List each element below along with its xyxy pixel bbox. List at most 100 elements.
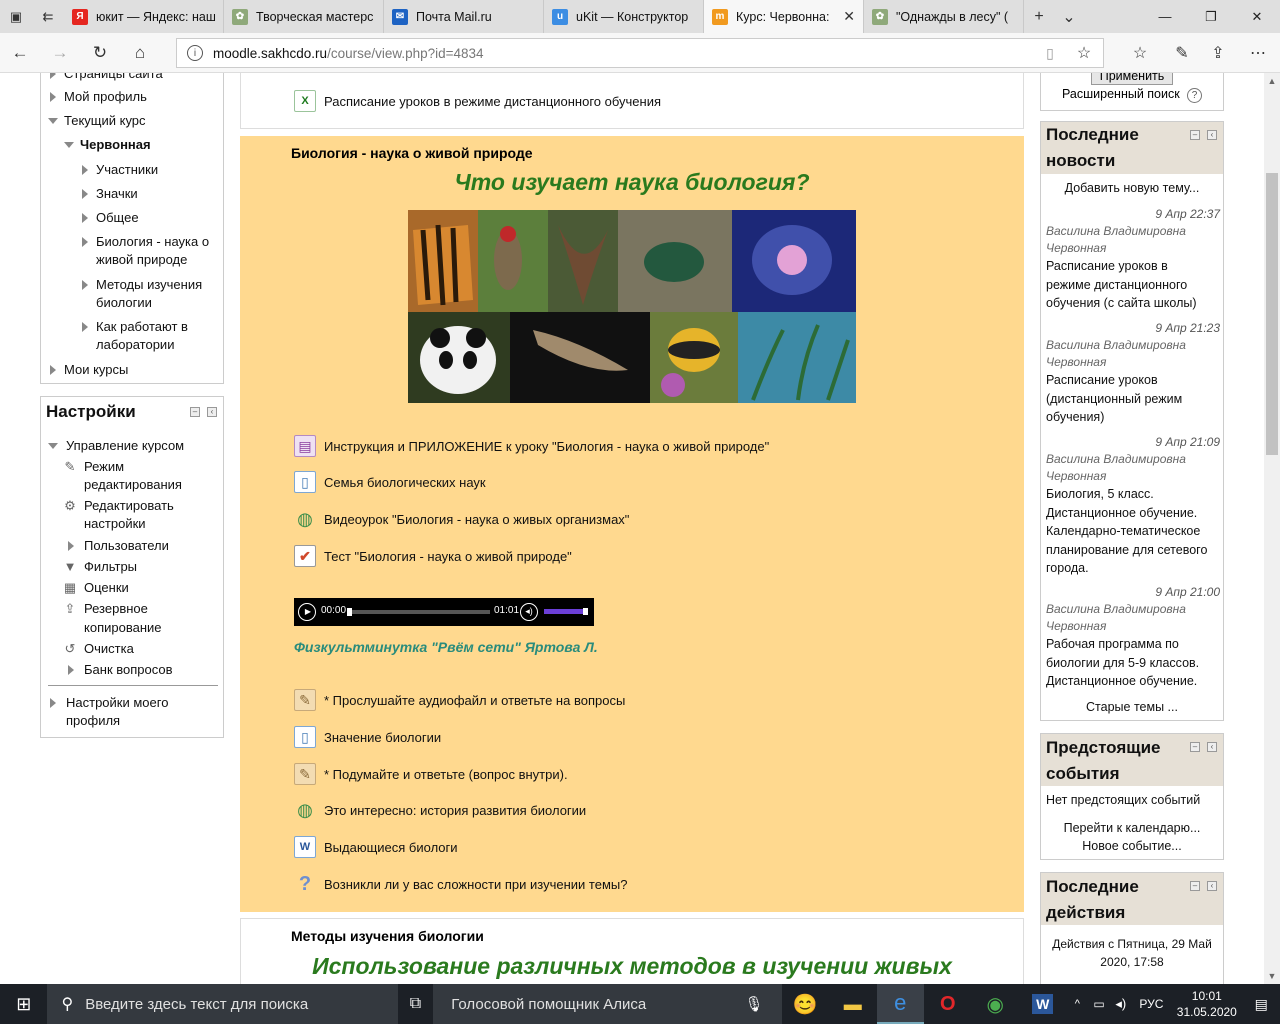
- browser-tab[interactable]: ✿ "Однажды в лесу" (: [864, 0, 1024, 33]
- tray-chevron-icon[interactable]: ^: [1066, 984, 1088, 1024]
- settings-item[interactable]: Управление курсом: [66, 437, 184, 455]
- settings-item[interactable]: профиля: [66, 712, 120, 730]
- network-icon[interactable]: ▭: [1088, 984, 1110, 1024]
- scroll-up-icon[interactable]: ▲: [1264, 73, 1280, 89]
- collapse-arrow-icon[interactable]: [64, 142, 74, 148]
- add-topic-link[interactable]: Добавить новую тему...: [1040, 179, 1224, 197]
- nav-item[interactable]: Общее: [96, 209, 139, 227]
- edge-browser-icon[interactable]: e: [876, 984, 924, 1024]
- language-indicator[interactable]: РУС: [1132, 984, 1172, 1024]
- news-link[interactable]: планирование для сетевого: [1046, 541, 1207, 559]
- news-link[interactable]: режиме дистанционного: [1046, 276, 1187, 294]
- taskbar-search[interactable]: ⚲ Введите здесь текст для поиска: [47, 984, 398, 1024]
- news-link[interactable]: Календарно-тематическое: [1046, 522, 1200, 540]
- refresh-button[interactable]: ↻: [80, 33, 120, 73]
- news-link[interactable]: биологии для 5-9 классов.: [1046, 654, 1199, 672]
- activity-item[interactable]: ▤ Инструкция и ПРИЛОЖЕНИЕ к уроку "Биолог…: [294, 435, 769, 457]
- nav-item[interactable]: Мой профиль: [64, 88, 147, 106]
- expand-arrow-icon[interactable]: [82, 322, 88, 332]
- news-link[interactable]: Расписание уроков в: [1046, 257, 1168, 275]
- apply-button[interactable]: Применить: [1091, 73, 1173, 85]
- block-collapse-icon[interactable]: –: [1190, 742, 1200, 752]
- clock[interactable]: 10:01 31.05.2020: [1171, 984, 1242, 1024]
- collapse-arrow-icon[interactable]: [48, 118, 58, 124]
- calendar-link[interactable]: Перейти к календарю...: [1040, 819, 1224, 837]
- home-button[interactable]: ⌂: [120, 33, 160, 73]
- nav-item[interactable]: живой природе: [96, 251, 187, 269]
- url-field[interactable]: i moodle.sakhcdo.ru/course/view.php?id=4…: [176, 38, 1104, 68]
- back-button[interactable]: ←: [0, 33, 40, 73]
- nav-item[interactable]: Участники: [96, 161, 158, 179]
- nav-item[interactable]: Биология - наука о: [96, 233, 209, 251]
- close-window-button[interactable]: ✕: [1234, 0, 1280, 33]
- activity-item[interactable]: ▯ Значение биологии: [294, 726, 441, 748]
- news-link[interactable]: Дистанционное обучение.: [1046, 672, 1197, 690]
- volume-icon[interactable]: ◂): [520, 603, 538, 621]
- activity-item[interactable]: W Выдающиеся биологи: [294, 836, 458, 858]
- block-dock-icon[interactable]: ‹: [1207, 742, 1217, 752]
- notifications-icon[interactable]: ▤: [1242, 984, 1280, 1024]
- expand-arrow-icon[interactable]: [82, 189, 88, 199]
- settings-item[interactable]: Резервное: [84, 600, 148, 618]
- chrome-icon[interactable]: ◉: [971, 984, 1018, 1024]
- new-tab-button[interactable]: +: [1024, 0, 1054, 33]
- expand-arrow-icon[interactable]: [50, 73, 56, 79]
- nav-item[interactable]: Мои курсы: [64, 361, 128, 379]
- settings-item[interactable]: Банк вопросов: [84, 661, 173, 679]
- advanced-search-link[interactable]: Расширенный поиск: [1062, 87, 1180, 101]
- expand-arrow-icon[interactable]: [68, 665, 74, 675]
- play-icon[interactable]: ▶: [298, 603, 316, 621]
- settings-item[interactable]: Редактировать: [84, 497, 174, 515]
- favorites-hub-icon[interactable]: ☆: [1122, 33, 1158, 73]
- web-note-icon[interactable]: ✎: [1164, 33, 1200, 73]
- restore-button[interactable]: ❐: [1188, 0, 1234, 33]
- activity-item[interactable]: ✎ * Прослушайте аудиофайл и ответьте на в…: [294, 689, 625, 711]
- activity-item[interactable]: ▯ Семья биологических наук: [294, 471, 486, 493]
- new-event-link[interactable]: Новое событие...: [1040, 837, 1224, 855]
- news-link[interactable]: Биология, 5 класс.: [1046, 485, 1154, 503]
- expand-arrow-icon[interactable]: [68, 541, 74, 551]
- browser-tab[interactable]: ✉ Почта Mail.ru: [384, 0, 544, 33]
- block-collapse-icon[interactable]: –: [1190, 881, 1200, 891]
- block-collapse-icon[interactable]: –: [190, 407, 200, 417]
- browser-tab[interactable]: ✿ Творческая мастерс: [224, 0, 384, 33]
- news-link[interactable]: Рабочая программа по: [1046, 635, 1179, 653]
- browser-tab[interactable]: Яюкит — Яндекс: наш: [64, 0, 224, 33]
- old-topics-link[interactable]: Старые темы ...: [1040, 698, 1224, 716]
- block-dock-icon[interactable]: ‹: [1207, 881, 1217, 891]
- windows-start-icon[interactable]: ⊞: [0, 984, 47, 1024]
- activity-item[interactable]: ◍ Это интересно: история развития биологи…: [294, 799, 586, 821]
- expand-arrow-icon[interactable]: [82, 237, 88, 247]
- close-tab-icon[interactable]: ✕: [843, 8, 855, 25]
- activity-item[interactable]: ✔ Тест "Биология - наука о живой природе": [294, 545, 572, 567]
- nav-item[interactable]: Червонная: [80, 136, 151, 154]
- expand-arrow-icon[interactable]: [82, 165, 88, 175]
- news-link[interactable]: города.: [1046, 559, 1089, 577]
- set-aside-tabs-icon[interactable]: ⇇: [32, 0, 64, 33]
- activity-timetable[interactable]: X Расписание уроков в режиме дистанционн…: [294, 90, 661, 112]
- scroll-down-icon[interactable]: ▼: [1264, 968, 1280, 984]
- news-link[interactable]: обучения): [1046, 408, 1104, 426]
- microphone-icon[interactable]: 🎙: [745, 995, 764, 1013]
- nav-item[interactable]: Методы изучения: [96, 276, 202, 294]
- expand-arrow-icon[interactable]: [50, 365, 56, 375]
- nav-item[interactable]: Страницы сайта: [64, 73, 163, 83]
- tab-actions-icon[interactable]: ▣: [0, 0, 32, 33]
- word-icon[interactable]: W: [1019, 984, 1066, 1024]
- expand-arrow-icon[interactable]: [82, 280, 88, 290]
- alice-assistant[interactable]: Голосовой помощник Алиса 🎙: [433, 984, 782, 1024]
- activity-item[interactable]: ✎ * Подумайте и ответьте (вопрос внутри).: [294, 763, 568, 785]
- expand-arrow-icon[interactable]: [50, 698, 56, 708]
- activity-item[interactable]: ? Возникли ли у вас сложности при изучени…: [294, 873, 628, 895]
- block-dock-icon[interactable]: ‹: [207, 407, 217, 417]
- task-view-icon[interactable]: ⧉: [398, 984, 434, 1024]
- help-icon[interactable]: ?: [1187, 88, 1202, 103]
- nav-item[interactable]: лаборатории: [96, 336, 174, 354]
- news-link[interactable]: (дистанционный режим: [1046, 390, 1182, 408]
- opera-icon[interactable]: O: [924, 984, 971, 1024]
- block-collapse-icon[interactable]: –: [1190, 130, 1200, 140]
- settings-item[interactable]: Оценки: [84, 579, 129, 597]
- forward-button[interactable]: →: [40, 33, 80, 73]
- settings-item[interactable]: Фильтры: [84, 558, 137, 576]
- nav-item[interactable]: биологии: [96, 294, 152, 312]
